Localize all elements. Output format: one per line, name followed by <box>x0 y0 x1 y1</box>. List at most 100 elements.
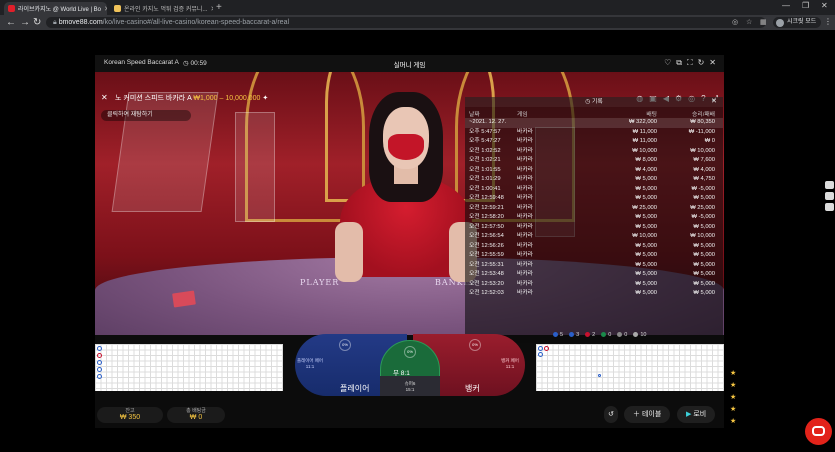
chat-bubble-icon <box>812 426 825 436</box>
table-limits: ₩1,000 – 10,000,000 <box>193 95 261 102</box>
shoe-stat: 0 <box>601 332 611 338</box>
history-row: 오전 12:58:20 바카라 ₩ 5,000 ₩ -5,000 <box>465 213 723 223</box>
tab-title: 라이브카지노 @ World Live | Bo <box>18 7 102 13</box>
bookmark-star-icon[interactable]: ☆ <box>746 18 752 26</box>
history-row: 오전 12:55:31 바카라 ₩ 5,000 ₩ 5,000 <box>465 261 723 271</box>
history-row: 오후 5:47:27 바카라 ₩ 11,000 ₩ 0 <box>465 137 723 147</box>
total-bet-box: 총 배팅금 ₩ 0 <box>167 407 225 423</box>
history-row: 오후 5:47:57 바카라 ₩ 11,000 ₩ -11,000 <box>465 128 723 138</box>
history-bet: ₩ 5,000 <box>635 280 657 287</box>
history-bet: ₩ 5,000 <box>635 176 657 182</box>
felt-player-label: PLAYER <box>300 278 340 287</box>
close-window-icon[interactable]: ✕ <box>821 1 828 10</box>
history-row: 오전 12:53:48 바카라 ₩ 5,000 ₩ 5,000 <box>465 270 723 280</box>
history-result: ₩ 5,000 <box>693 271 715 277</box>
history-game: 바카라 <box>517 204 533 211</box>
restore-icon[interactable]: ❐ <box>802 1 809 10</box>
favorite-star-icon[interactable]: ★ <box>730 369 736 377</box>
new-tab-icon[interactable]: + <box>216 2 222 14</box>
history-date: 오전 12:59:48 <box>469 195 504 201</box>
profile-button[interactable]: 시크릿 모드 <box>773 17 822 28</box>
extensions-icon[interactable]: ▦ <box>760 18 767 26</box>
favorite-star-icon[interactable]: ★ <box>730 417 736 425</box>
history-row: 오전 1:01:29 바카라 ₩ 5,000 ₩ 4,750 <box>465 175 723 185</box>
history-date: 오전 1:01:55 <box>469 166 501 173</box>
history-date: 오전 1:00:41 <box>469 185 501 192</box>
history-title: 기록 <box>592 99 603 105</box>
side-widget-icon[interactable] <box>825 203 834 211</box>
history-result: ₩ 4,000 <box>693 166 715 173</box>
address-bar[interactable]: 🔒︎ bmove88.com/ko/live-casino#/all-live-… <box>46 17 766 28</box>
favorite-star-icon[interactable]: ★ <box>730 393 736 401</box>
history-panel: ◷ 기록 ✕ 날짜 게임 배팅 승리/패배 ~2021. 12. 27. ₩ 32… <box>465 97 723 343</box>
close-history-icon[interactable]: ✕ <box>711 97 717 107</box>
shoe-stat: 3 <box>569 332 579 338</box>
url-domain: bmove88.com <box>58 19 103 26</box>
stat-count: 5 <box>560 332 564 338</box>
tie-ring: 0% <box>404 346 416 358</box>
history-game: 바카라 <box>517 223 533 230</box>
history-result: ₩ 5,000 <box>693 261 715 268</box>
bead-player <box>97 346 102 351</box>
road-player <box>538 352 543 357</box>
reload-icon[interactable]: ↻ <box>33 16 41 29</box>
glass-partition <box>235 112 275 222</box>
history-bet: ₩ 8,000 <box>635 157 657 163</box>
close-table-icon[interactable]: ✕ <box>101 93 108 102</box>
history-bet: ₩ 4,000 <box>635 166 657 173</box>
bead-player <box>97 367 102 372</box>
history-game: 바카라 <box>517 214 533 220</box>
incognito-eye-icon[interactable]: ◎ <box>732 18 738 26</box>
casino-favicon-icon <box>8 5 15 12</box>
history-date: 오전 12:56:26 <box>469 242 504 249</box>
menu-kebab-icon[interactable]: ⋮ <box>824 17 832 26</box>
lobby-button[interactable]: ▶ 로비 <box>677 406 716 423</box>
bead-player <box>97 360 102 365</box>
history-row: 오전 12:56:54 바카라 ₩ 10,000 ₩ 10,000 <box>465 232 723 242</box>
browser-tab[interactable]: 온라인 카지노 먹튀 검증 커뮤니... ✕ <box>110 2 213 15</box>
close-tab-icon[interactable]: ✕ <box>101 5 107 13</box>
history-bet: ₩ 5,000 <box>635 290 657 296</box>
profile-label: 시크릿 모드 <box>787 19 817 25</box>
favorite-star-icon[interactable]: ★ <box>730 381 736 389</box>
history-row: 오전 12:55:59 바카라 ₩ 5,000 ₩ 5,000 <box>465 251 723 261</box>
history-date: 오전 12:53:48 <box>469 271 504 277</box>
stat-dot-icon <box>617 332 623 337</box>
close-game-icon[interactable]: ✕ <box>709 58 716 68</box>
history-game: 바카라 <box>517 185 533 192</box>
player-ring: 0% <box>339 339 351 351</box>
real-money-label: 실머니 게임 <box>393 62 426 69</box>
forward-icon[interactable]: → <box>20 16 30 29</box>
pin-icon[interactable]: ✦ <box>262 95 268 102</box>
multi-window-icon[interactable]: ⧉ <box>676 58 682 68</box>
site-favicon-icon <box>114 5 121 12</box>
browser-tab-active[interactable]: 라이브카지노 @ World Live | Bo ✕ <box>4 2 107 15</box>
redo-tab[interactable]: 클릭하여 재탐하기 <box>101 110 191 121</box>
history-result: ₩ 10,000 <box>690 147 715 154</box>
minimize-icon[interactable]: — <box>782 1 790 10</box>
favorite-star-icon[interactable]: ★ <box>730 405 736 413</box>
refresh-icon[interactable]: ↻ <box>698 58 705 68</box>
history-game: 바카라 <box>517 280 533 287</box>
side-widget-icon[interactable] <box>825 192 834 200</box>
history-row: 오전 12:59:48 바카라 ₩ 5,000 ₩ 5,000 <box>465 194 723 204</box>
bead-road <box>95 344 283 391</box>
undo-button[interactable]: ↺ <box>604 406 618 423</box>
stat-dot-icon <box>569 332 575 337</box>
fullscreen-icon[interactable]: ⛶ <box>687 58 693 68</box>
dealer-mask <box>388 134 424 160</box>
lock-icon: 🔒︎ <box>53 19 57 26</box>
table-button[interactable]: ＋ 테이블 <box>624 406 671 423</box>
side-widget-icon[interactable] <box>825 181 834 189</box>
road-player <box>538 346 543 351</box>
back-icon[interactable]: ← <box>6 16 16 29</box>
banker-pair-label: 뱅커 페어 11:1 <box>501 358 519 369</box>
plus-icon: ＋ <box>633 411 642 418</box>
favorite-heart-icon[interactable]: ♡ <box>664 58 671 68</box>
shoe-stat: 2 <box>585 332 595 338</box>
incognito-avatar-icon <box>776 18 784 27</box>
history-bet: ₩ 10,000 <box>632 233 657 239</box>
close-tab-icon[interactable]: ✕ <box>207 5 213 13</box>
screen: 라이브카지노 @ World Live | Bo ✕ 온라인 카지노 먹튀 검증… <box>0 0 835 452</box>
live-chat-button[interactable] <box>805 418 832 445</box>
